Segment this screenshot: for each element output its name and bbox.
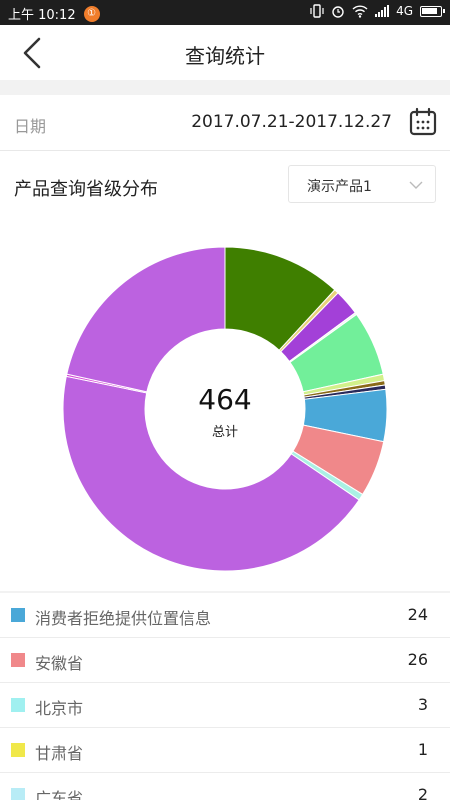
legend-swatch <box>11 743 25 757</box>
legend-name: 安徽省 <box>35 654 84 673</box>
chevron-down-icon <box>409 181 423 189</box>
legend-name: 北京市 <box>35 699 84 718</box>
calendar-button[interactable] <box>408 107 438 137</box>
legend-name: 甘肃省 <box>35 744 84 763</box>
legend-name: 消费者拒绝提供位置信息 <box>35 609 212 628</box>
legend-count: 24 <box>407 605 428 624</box>
chart-section-title: 产品查询省级分布 <box>14 179 158 200</box>
legend-count: 3 <box>417 695 428 714</box>
legend-count: 26 <box>407 650 428 669</box>
network-type: 4G <box>396 4 413 18</box>
legend-row[interactable]: 消费者拒绝提供位置信息 24 <box>0 593 450 638</box>
signal-icon <box>375 5 390 17</box>
chart-section: 产品查询省级分布 演示产品1 464 总计 <box>0 151 450 591</box>
legend-list: 消费者拒绝提供位置信息 24 安徽省 26 北京市 3 甘肃省 1 广东省 2 <box>0 593 450 800</box>
pie-slice <box>66 246 226 393</box>
legend-swatch <box>11 608 25 622</box>
alarm-icon <box>332 6 344 18</box>
notification-icon: ① <box>83 5 100 22</box>
product-select[interactable]: 演示产品1 <box>288 165 436 203</box>
date-row: 日期 2017.07.21-2017.12.27 <box>0 95 450 151</box>
legend-row[interactable]: 安徽省 26 <box>0 638 450 683</box>
donut-chart <box>62 246 388 572</box>
legend-row[interactable]: 北京市 3 <box>0 683 450 728</box>
legend-swatch <box>11 653 25 667</box>
legend-row[interactable]: 甘肃省 1 <box>0 728 450 773</box>
legend-count: 1 <box>417 740 428 759</box>
nav-bar: 查询统计 <box>0 25 450 80</box>
chart-total-value: 464 <box>198 383 252 416</box>
calendar-icon <box>409 107 437 136</box>
battery-icon <box>420 5 445 17</box>
legend-swatch <box>11 788 25 800</box>
chart-total-label: 总计 <box>211 425 238 440</box>
legend-row[interactable]: 广东省 2 <box>0 773 450 800</box>
wifi-icon <box>352 4 368 18</box>
product-select-value: 演示产品1 <box>307 179 372 195</box>
legend-swatch <box>11 698 25 712</box>
date-range-value[interactable]: 2017.07.21-2017.12.27 <box>191 112 392 132</box>
page-title: 查询统计 <box>185 44 265 68</box>
vibrate-icon <box>310 4 324 18</box>
status-time: 上午 10:12 <box>8 8 76 23</box>
date-label: 日期 <box>14 117 47 136</box>
legend-count: 2 <box>417 785 428 800</box>
legend-name: 广东省 <box>35 789 84 800</box>
status-bar: 上午 10:12 ① 4G <box>0 0 450 25</box>
